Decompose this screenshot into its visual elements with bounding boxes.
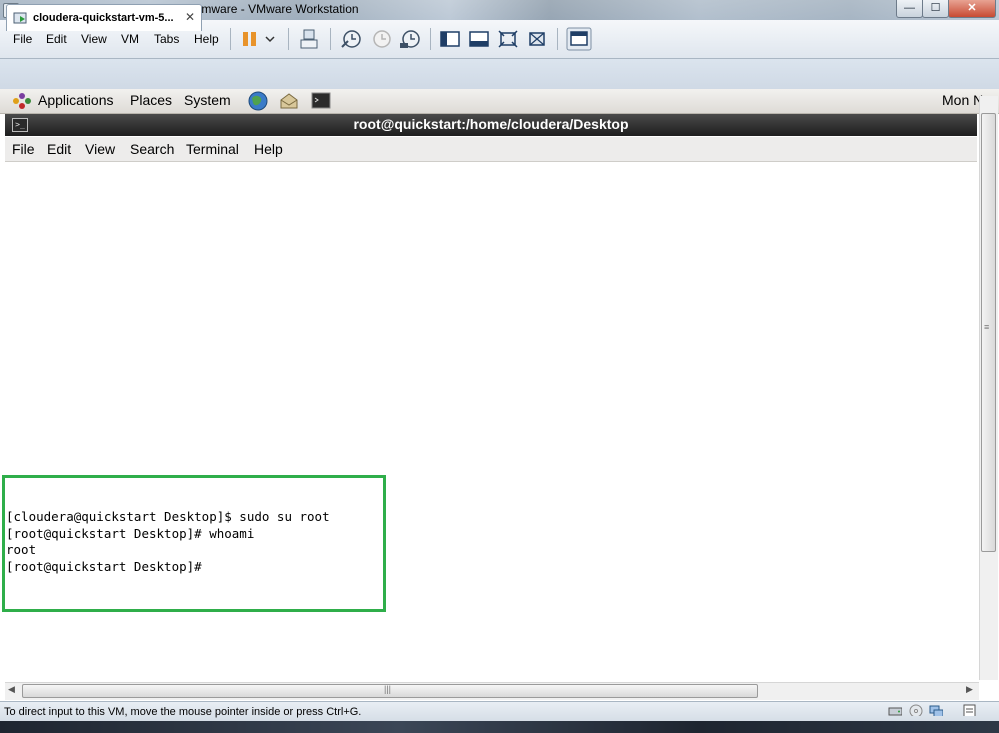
cd-dvd-icon[interactable] xyxy=(909,704,923,716)
gnome-menu-places[interactable]: Places xyxy=(130,92,172,108)
menu-help[interactable]: Help xyxy=(194,32,219,46)
hard-disk-icon[interactable] xyxy=(888,704,902,716)
terminal-menu-search[interactable]: Search xyxy=(130,141,174,157)
vm-tab-bar xyxy=(0,59,999,90)
terminal-title: root@quickstart:/home/cloudera/Desktop xyxy=(353,116,629,132)
toolbar-separator xyxy=(288,28,289,50)
scroll-grip-icon: ||| xyxy=(384,684,392,694)
menu-vm[interactable]: VM xyxy=(121,32,139,46)
snapshot-icon[interactable] xyxy=(339,28,363,50)
close-button[interactable]: ✕ xyxy=(948,0,996,18)
gnome-menu-applications[interactable]: Applications xyxy=(38,92,114,108)
email-client-icon[interactable] xyxy=(278,90,300,112)
maximize-button[interactable]: ☐ xyxy=(922,0,949,18)
network-adapter-icon[interactable] xyxy=(929,704,943,716)
toolbar-separator xyxy=(230,28,231,50)
pause-icon[interactable] xyxy=(238,29,262,49)
thumbnail-bar-icon[interactable] xyxy=(468,29,490,49)
show-library-icon[interactable] xyxy=(439,29,461,49)
applications-menu-icon[interactable] xyxy=(11,91,33,111)
gnome-menu-system[interactable]: System xyxy=(184,92,231,108)
status-bar: To direct input to this VM, move the mou… xyxy=(0,701,999,722)
vm-running-icon xyxy=(13,12,27,24)
snapshot-manager-icon[interactable] xyxy=(398,28,422,50)
tab-vm[interactable]: cloudera-quickstart-vm-5... ✕ xyxy=(6,4,202,31)
host-taskbar-strip xyxy=(0,721,999,733)
menu-edit[interactable]: Edit xyxy=(46,32,67,46)
send-ctrl-alt-del-icon[interactable] xyxy=(297,28,321,50)
vertical-scroll-thumb[interactable] xyxy=(981,113,996,552)
toolbar-separator xyxy=(330,28,331,50)
gnome-clock[interactable]: Mon N xyxy=(942,92,983,108)
chevron-down-icon[interactable] xyxy=(264,31,276,47)
terminal-menu-help[interactable]: Help xyxy=(254,141,283,157)
menu-tabs[interactable]: Tabs xyxy=(154,32,179,46)
toolbar-separator xyxy=(430,28,431,50)
menu-file[interactable]: File xyxy=(13,32,32,46)
scroll-right-arrow-icon[interactable]: ▶ xyxy=(966,684,973,695)
terminal-menu-terminal[interactable]: Terminal xyxy=(186,141,239,157)
revert-snapshot-icon xyxy=(373,30,391,48)
terminal-menu-view[interactable]: View xyxy=(85,141,115,157)
tab-close-icon[interactable]: ✕ xyxy=(185,10,195,24)
full-screen-icon[interactable] xyxy=(497,29,519,49)
status-text: To direct input to this VM, move the mou… xyxy=(4,706,362,718)
highlight-box xyxy=(2,475,386,612)
unity-icon[interactable] xyxy=(526,29,548,49)
terminal-menu-file[interactable]: File xyxy=(12,141,35,157)
terminal-title-bar[interactable]: >_ root@quickstart:/home/cloudera/Deskto… xyxy=(5,114,977,136)
menu-view[interactable]: View xyxy=(81,32,107,46)
message-log-icon[interactable] xyxy=(962,704,976,716)
scroll-grip-icon: ≡ xyxy=(984,322,990,332)
console-view-icon[interactable] xyxy=(566,27,592,51)
terminal-menu-edit[interactable]: Edit xyxy=(47,141,71,157)
tab-vm-label: cloudera-quickstart-vm-5... xyxy=(33,12,174,24)
web-browser-icon[interactable] xyxy=(247,90,269,112)
terminal-launcher-icon[interactable] xyxy=(310,90,332,112)
toolbar-separator xyxy=(557,28,558,50)
minimize-button[interactable]: — xyxy=(896,0,923,18)
scroll-left-arrow-icon[interactable]: ◀ xyxy=(8,684,15,695)
